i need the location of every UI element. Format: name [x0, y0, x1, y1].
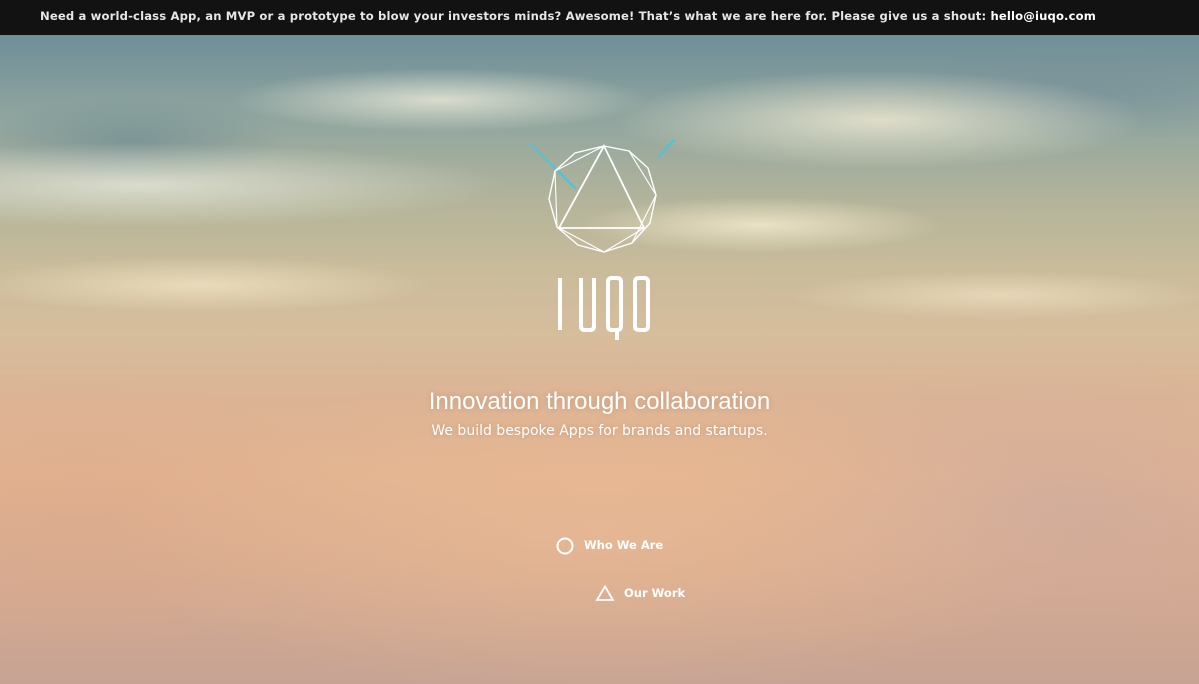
page: Need a world-class App, an MVP or a prot…	[0, 0, 1199, 684]
who-we-are-link[interactable]: Who We Are	[555, 534, 663, 556]
hero-headline: Innovation through collaboration	[428, 388, 771, 415]
our-work-link[interactable]: Our Work	[595, 582, 685, 604]
email-link[interactable]: hello@iuqo.com	[990, 9, 1096, 23]
announcement-text: Need a world-class App, an MVP or a prot…	[40, 9, 991, 23]
our-work-label: Our Work	[624, 586, 686, 600]
hero-subline: We build bespoke Apps for brands and sta…	[431, 423, 768, 439]
announcement-bar: Need a world-class App, an MVP or a prot…	[0, 0, 1199, 35]
triangle-icon	[595, 584, 615, 601]
logo-mark-icon	[529, 139, 675, 253]
circle-icon	[556, 537, 574, 555]
iuqo-logo	[558, 276, 650, 340]
who-we-are-label: Who We Are	[584, 538, 664, 552]
